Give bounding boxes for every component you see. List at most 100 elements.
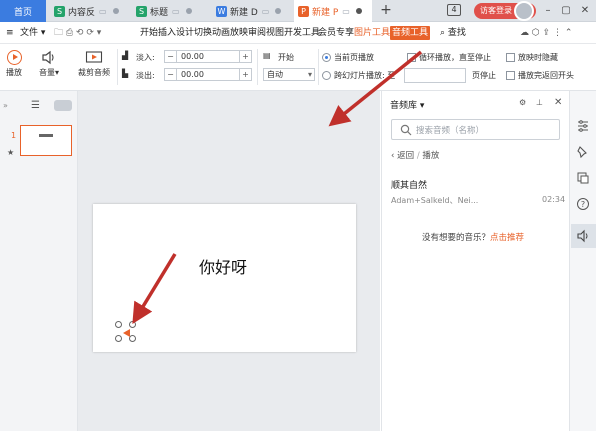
tab-document-active[interactable]: P 新建 P ▭	[294, 0, 372, 22]
current-page-radio[interactable]	[322, 53, 331, 62]
menu-item-start[interactable]: 开始	[140, 22, 158, 44]
menu-item-audio-tools[interactable]: 音频工具	[390, 26, 431, 40]
properties-icon[interactable]	[576, 119, 590, 133]
breadcrumb-current: 播放	[422, 151, 440, 161]
tab-document-1[interactable]: S 内容反 ▭	[54, 0, 132, 22]
status-dot	[112, 8, 119, 14]
close-panel-icon[interactable]: ✕	[554, 97, 562, 108]
tab-home-label: 首页	[13, 7, 32, 18]
copy-icon[interactable]	[576, 171, 590, 185]
collapse-panel-icon[interactable]: »	[3, 101, 8, 110]
close-icon[interactable]: ✕	[576, 0, 594, 22]
close-dot-icon[interactable]	[355, 8, 362, 14]
pin-icon[interactable]: ⊥	[536, 98, 543, 107]
cross-slides-radio[interactable]	[322, 71, 331, 80]
status-dot	[185, 8, 192, 14]
chevron-down-icon: ▾	[54, 68, 59, 77]
toolbar-quick-icons[interactable]: 🗀 ⎙ ⟲ ⟳ ▾	[54, 22, 101, 44]
track-artist: Adam+Salkeld、Nei...	[391, 196, 479, 205]
fade-in-stepper[interactable]: − 00.00 +	[164, 50, 252, 63]
increment-button[interactable]: +	[239, 51, 251, 62]
new-tab-button[interactable]: +	[376, 0, 396, 22]
menu-item-review[interactable]: 审阅	[248, 22, 266, 44]
menu-item-insert[interactable]: 插入	[158, 22, 176, 44]
library-title[interactable]: 音频库 ▾	[390, 98, 424, 111]
slide[interactable]: 你好呀	[93, 204, 356, 352]
header-right-icons[interactable]: ☁ ⬡ ⇪ ⋮ ⌃	[520, 22, 572, 44]
tab-document-3[interactable]: W 新建 D ▭	[216, 0, 290, 22]
menu-item-transition[interactable]: 切换	[194, 22, 212, 44]
avatar[interactable]	[514, 1, 534, 21]
fade-in-value[interactable]: 00.00	[177, 52, 239, 61]
divider	[318, 49, 319, 85]
monitor-icon: ▭	[342, 6, 350, 16]
menu-item-member[interactable]: 会员专享	[318, 22, 354, 44]
menu-item-slideshow[interactable]: 放映	[230, 22, 248, 44]
audio-library-panel: 音频库 ▾ ⚙ ⊥ ✕ 搜索音频（名称） ‹ 返回 / 播放 顺其自然 Adam…	[381, 91, 569, 431]
start-select-value: 自动	[267, 70, 283, 79]
fade-out-icon: ▙	[122, 69, 129, 78]
minimize-icon[interactable]: –	[539, 0, 557, 22]
tab-document-2[interactable]: S 标题 ▭	[136, 0, 210, 22]
menu-file[interactable]: 文件 ▾	[20, 22, 45, 44]
pin-icon[interactable]	[576, 145, 590, 159]
slide-canvas: 你好呀	[78, 91, 380, 431]
volume-label: 音量	[38, 68, 55, 77]
hide-checkbox[interactable]	[506, 53, 515, 62]
loop-checkbox[interactable]	[407, 53, 416, 62]
hide-label: 放映时隐藏	[518, 53, 558, 62]
library-title-label: 音频库	[390, 101, 418, 111]
outline-view-icon[interactable]: ☰	[31, 100, 40, 111]
audio-object[interactable]	[119, 325, 135, 341]
right-rail: ?	[569, 91, 596, 431]
menu-item-view[interactable]: 视图	[266, 22, 284, 44]
fade-out-value[interactable]: 00.00	[177, 70, 239, 79]
recommend-link[interactable]: 点击推荐	[490, 233, 524, 243]
back-link[interactable]: 返回	[397, 151, 414, 161]
page-stop-label: 页停止	[472, 71, 496, 80]
library-search-input[interactable]: 搜索音频（名称）	[391, 119, 560, 140]
menu-item-picture-tools[interactable]: 图片工具	[354, 22, 390, 44]
maximize-icon[interactable]: ▢	[557, 0, 575, 22]
menu-search[interactable]: ⌕ 查找	[440, 26, 474, 40]
sheet-icon: S	[54, 5, 65, 17]
play-label: 播放	[6, 68, 22, 77]
window-count-badge[interactable]: 4	[447, 4, 461, 16]
volume-button[interactable]: 音量▾	[36, 50, 62, 78]
menu-item-design[interactable]: 设计	[176, 22, 194, 44]
search-icon	[400, 124, 412, 136]
hamburger-icon[interactable]: ≡	[6, 22, 14, 44]
increment-button[interactable]: +	[239, 69, 251, 80]
rewind-checkbox[interactable]	[506, 71, 515, 80]
start-select[interactable]: 自动	[263, 68, 315, 81]
stop-page-stepper[interactable]	[404, 68, 466, 83]
speaker-icon	[123, 329, 130, 337]
guest-login-label: 访客登录	[480, 6, 512, 15]
decrement-button[interactable]: −	[165, 51, 177, 62]
word-icon: W	[216, 5, 227, 17]
volume-icon	[42, 50, 54, 65]
slide-view-toggle[interactable]	[54, 100, 72, 111]
tab-label: 内容反	[68, 7, 96, 18]
audio-library-icon[interactable]	[576, 229, 590, 243]
menu-item-developer[interactable]: 开发工具	[284, 22, 320, 44]
fade-out-label: 淡出:	[136, 71, 155, 80]
track-title[interactable]: 顺其自然	[391, 178, 427, 191]
slide-text[interactable]: 你好呀	[199, 254, 247, 278]
divider	[257, 49, 258, 85]
chevron-left-icon[interactable]: ‹	[391, 151, 394, 161]
slide-thumbnail[interactable]	[20, 125, 72, 156]
settings-icon[interactable]: ⚙	[519, 98, 526, 107]
current-page-label: 当前页播放	[334, 53, 374, 62]
decrement-button[interactable]: −	[165, 69, 177, 80]
tab-home[interactable]: 首页	[0, 0, 46, 22]
monitor-icon: ▭	[172, 6, 180, 16]
audio-toolbar: 播放 音量▾ 裁剪音频 ▟ 淡入: − 00.00 + ▙ 淡出: − 00.0…	[0, 44, 596, 91]
start-label: 开始	[278, 53, 294, 62]
fade-out-stepper[interactable]: − 00.00 +	[164, 68, 252, 81]
menu-item-animation[interactable]: 动画	[212, 22, 230, 44]
help-icon[interactable]: ?	[576, 197, 590, 211]
menu-bar: ≡ 文件 ▾ 🗀 ⎙ ⟲ ⟳ ▾ 开始 插入 设计 切换 动画 放映 审阅 视图…	[0, 22, 596, 44]
trim-audio-button[interactable]: 裁剪音频	[76, 50, 112, 78]
play-button[interactable]: 播放	[3, 50, 25, 78]
